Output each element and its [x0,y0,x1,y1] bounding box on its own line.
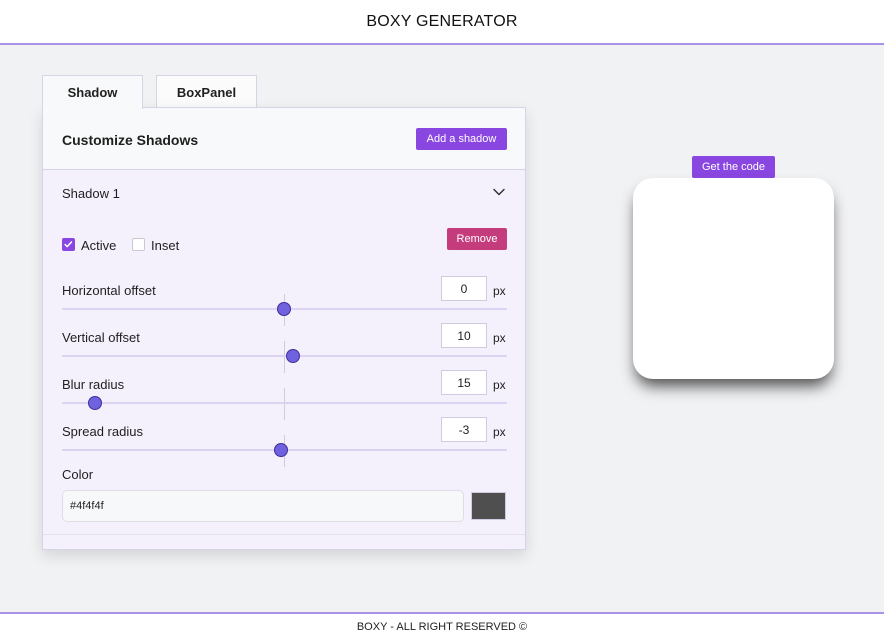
active-checkbox[interactable] [62,238,75,251]
blur-radius-center-tick [284,388,285,420]
horizontal-offset-unit: px [493,284,506,298]
vertical-offset-unit: px [493,331,506,345]
remove-shadow-button[interactable]: Remove [447,228,507,250]
get-code-button[interactable]: Get the code [692,156,775,178]
shadow-panel: Customize Shadows Add a shadow Shadow 1 … [42,107,526,550]
blur-radius-slider[interactable] [62,402,507,404]
color-hex-value: #4f4f4f [70,500,104,512]
tab-shadow-label: Shadow [67,85,118,100]
tab-shadow[interactable]: Shadow [42,75,143,109]
color-label: Color [62,467,94,482]
vertical-offset-center-tick [284,341,285,373]
panel-divider [43,534,525,535]
horizontal-offset-slider-thumb[interactable] [277,302,291,316]
vertical-offset-slider[interactable] [62,355,507,357]
app-header: BOXY GENERATOR [0,0,884,45]
inset-label: Inset [151,238,180,253]
spread-radius-label: Spread radius [62,424,143,439]
horizontal-offset-input[interactable]: 0 [441,276,487,301]
shadow-accordion-header[interactable]: Shadow 1 [43,170,525,218]
checkmark-icon [64,241,73,248]
app-title: BOXY GENERATOR [366,12,518,30]
color-swatch-picker[interactable] [471,492,506,520]
app-footer: BOXY - ALL RIGHT RESERVED © [0,612,884,640]
panel-title: Customize Shadows [62,132,199,148]
tab-boxpanel-label: BoxPanel [176,84,237,100]
spread-radius-input[interactable]: -3 [441,417,487,442]
vertical-offset-input[interactable]: 10 [441,323,487,348]
vertical-offset-label: Vertical offset [62,330,140,345]
blur-radius-slider-thumb[interactable] [88,396,102,410]
add-shadow-button[interactable]: Add a shadow [416,128,507,150]
horizontal-offset-label: Horizontal offset [62,283,156,298]
blur-radius-label: Blur radius [62,377,125,392]
shadow-title: Shadow 1 [62,186,120,201]
preview-box [633,178,834,379]
vertical-offset-slider-thumb[interactable] [286,349,300,363]
chevron-down-icon [493,188,505,196]
spread-radius-slider-thumb[interactable] [274,443,288,457]
spread-radius-unit: px [493,425,506,439]
footer-text: BOXY - ALL RIGHT RESERVED © [356,621,528,633]
inset-checkbox[interactable] [132,238,145,251]
tab-boxpanel[interactable]: BoxPanel [156,75,257,108]
blur-radius-input[interactable]: 15 [441,370,487,395]
blur-radius-unit: px [493,378,506,392]
active-label: Active [81,238,117,253]
color-hex-input[interactable]: #4f4f4f [62,490,464,522]
panel-header: Customize Shadows Add a shadow [43,108,525,170]
